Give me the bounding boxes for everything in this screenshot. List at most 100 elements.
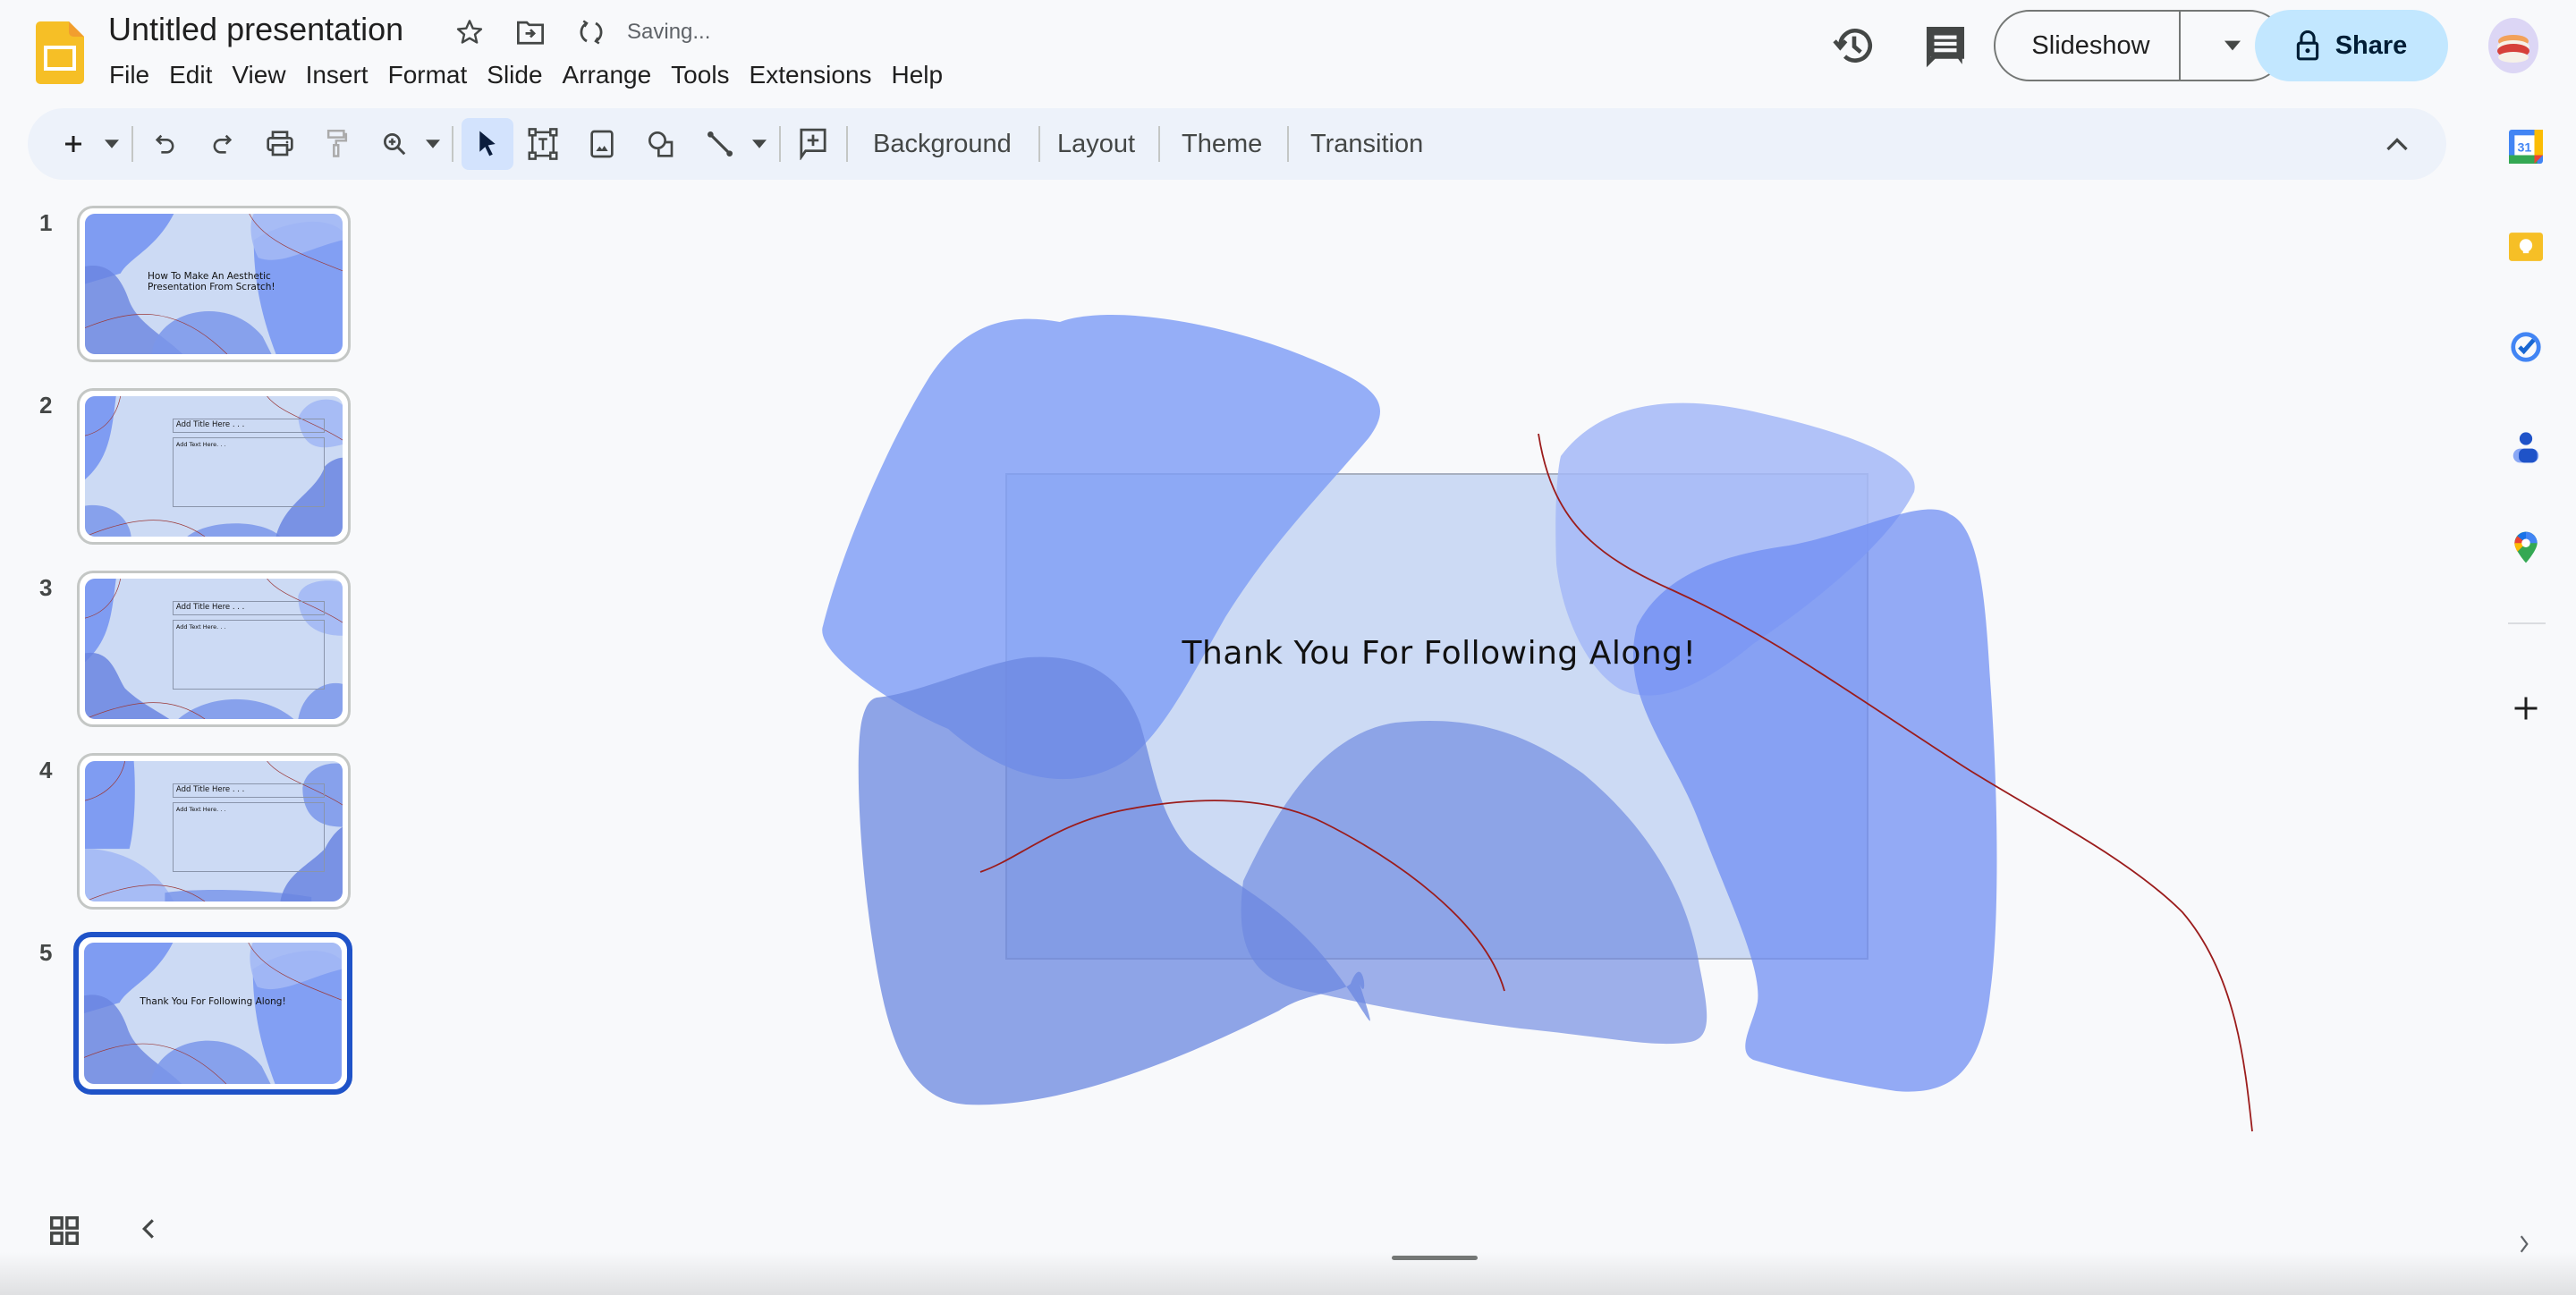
slide-canvas[interactable]: Thank You For Following Along! (367, 188, 2460, 1189)
lock-icon (2296, 30, 2318, 61)
sync-icon (573, 14, 609, 50)
undo-button[interactable] (148, 108, 183, 180)
text-box-button[interactable] (525, 108, 561, 180)
select-tool-button[interactable] (470, 108, 505, 180)
slide-number: 3 (39, 574, 53, 601)
thumb-body: Add Text Here. . . (172, 619, 325, 690)
add-comment-button[interactable] (794, 108, 832, 180)
star-icon[interactable] (452, 14, 487, 50)
layout-button[interactable]: Layout (1057, 108, 1135, 180)
undo-icon (155, 134, 174, 154)
toolbar-divider (1158, 126, 1160, 162)
plus-icon (65, 136, 81, 152)
thumb-title: Thank You For Following Along! (140, 996, 286, 1007)
menu-view[interactable]: View (222, 57, 295, 93)
slides-app: Untitled presentation Saving... File Edi… (0, 0, 2576, 1295)
menu-file[interactable]: File (99, 57, 159, 93)
slide-thumbnail-4[interactable]: Add Title Here . . . Add Text Here. . . (77, 753, 351, 910)
slide-number: 2 (39, 392, 53, 419)
slideshow-button[interactable]: Slideshow (1996, 31, 2179, 61)
thumb-decor (84, 943, 342, 1084)
chevron-right-icon[interactable] (2519, 1234, 2531, 1256)
zoom-menu-button[interactable] (421, 108, 445, 180)
thumb-body: Add Text Here. . . (172, 436, 325, 508)
menu-insert[interactable]: Insert (296, 57, 378, 93)
menu-help[interactable]: Help (882, 57, 953, 93)
shape-icon (648, 131, 674, 157)
slide-graphics (822, 315, 2253, 1132)
get-add-ons-button[interactable] (2506, 689, 2546, 728)
slide-thumbnail-1[interactable]: How To Make An Aesthetic Presentation Fr… (77, 206, 351, 362)
document-title[interactable]: Untitled presentation (108, 11, 403, 48)
zoom-button[interactable] (377, 108, 412, 180)
slide-thumbnail-5[interactable]: Thank You For Following Along! (73, 932, 352, 1095)
plus-icon (2514, 697, 2538, 720)
slide-thumbnail-2[interactable]: Add Title Here . . . Add Text Here. . . (77, 388, 351, 545)
hide-menus-button[interactable] (2379, 108, 2415, 180)
menu-format[interactable]: Format (378, 57, 478, 93)
slide-title-text[interactable]: Thank You For Following Along! (1010, 635, 1868, 672)
menu-extensions[interactable]: Extensions (740, 57, 882, 93)
new-slide-menu-button[interactable] (100, 108, 123, 180)
thumb-title: Add Title Here . . . (172, 419, 325, 433)
contacts-icon[interactable] (2506, 427, 2546, 467)
bottom-shade (0, 1252, 2576, 1295)
menu-slide[interactable]: Slide (477, 57, 552, 93)
slide-number: 5 (39, 939, 53, 966)
print-icon (267, 131, 293, 157)
add-comment-icon (800, 128, 826, 160)
slideshow-button-group: Slideshow (1994, 10, 2285, 81)
menu-edit[interactable]: Edit (159, 57, 222, 93)
comment-icon[interactable] (1923, 23, 1968, 68)
calendar-icon[interactable]: 31 (2506, 127, 2546, 166)
redo-icon (213, 134, 233, 154)
title-actions: Saving... (452, 14, 710, 50)
line-menu-button[interactable] (748, 108, 771, 180)
menu-bar: File Edit View Insert Format Slide Arran… (99, 57, 953, 93)
thumb-title: Add Title Here . . . (172, 783, 325, 798)
zoom-in-icon (384, 133, 406, 156)
print-button[interactable] (262, 108, 298, 180)
history-icon[interactable] (1832, 23, 1877, 68)
shape-button[interactable] (643, 108, 679, 180)
slides-logo-icon[interactable] (36, 21, 84, 84)
keep-icon[interactable] (2506, 227, 2546, 267)
menu-tools[interactable]: Tools (661, 57, 739, 93)
toolbar-divider (1038, 126, 1040, 162)
slide-number: 4 (39, 757, 53, 783)
thumb-title: How To Make An Aesthetic Presentation Fr… (148, 271, 275, 292)
maps-icon[interactable] (2506, 528, 2546, 567)
redo-button[interactable] (204, 108, 240, 180)
move-to-folder-icon[interactable] (513, 14, 548, 50)
chevron-up-icon (2386, 138, 2408, 151)
line-icon (708, 131, 733, 157)
avatar[interactable] (2488, 18, 2538, 73)
menu-arrange[interactable]: Arrange (553, 57, 662, 93)
toolbar-divider (779, 126, 781, 162)
speaker-notes-drag-handle[interactable] (1392, 1256, 1478, 1260)
side-panel-divider (2508, 622, 2546, 624)
toolbar-divider (131, 126, 133, 162)
text-box-icon (528, 128, 558, 160)
svg-text:31: 31 (2517, 141, 2531, 156)
theme-button[interactable]: Theme (1182, 108, 1262, 180)
thumb-title: Add Title Here . . . (172, 601, 325, 615)
image-button[interactable] (584, 108, 620, 180)
paint-format-button[interactable] (319, 108, 355, 180)
new-slide-button[interactable] (55, 108, 91, 180)
line-button[interactable] (702, 108, 738, 180)
caret-down-icon (752, 140, 767, 148)
share-button[interactable]: Share (2255, 10, 2448, 81)
cursor-icon (479, 131, 496, 157)
tasks-icon[interactable] (2506, 327, 2546, 367)
grid-view-icon[interactable] (50, 1216, 79, 1245)
caret-down-icon (105, 140, 119, 148)
chevron-left-icon[interactable] (141, 1218, 163, 1245)
save-status: Saving... (627, 20, 711, 44)
share-label: Share (2334, 30, 2408, 60)
paint-roller-icon (326, 130, 348, 157)
transition-button[interactable]: Transition (1310, 108, 1423, 180)
background-button[interactable]: Background (873, 108, 1012, 180)
slide-number: 1 (39, 209, 53, 236)
slide-thumbnail-3[interactable]: Add Title Here . . . Add Text Here. . . (77, 571, 351, 727)
